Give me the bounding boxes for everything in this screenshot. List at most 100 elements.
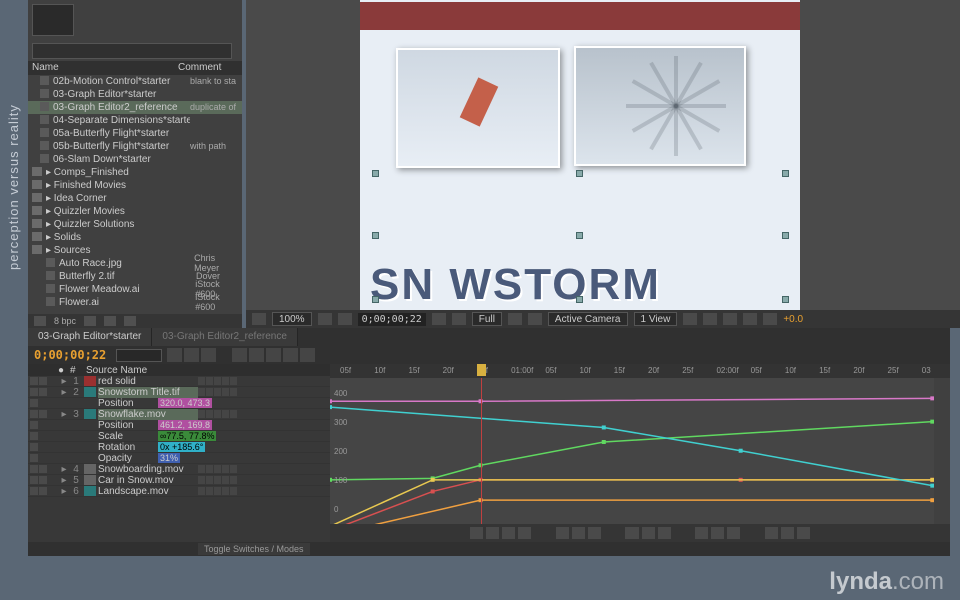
resolution-dropdown[interactable]: Full — [472, 312, 502, 326]
motion-blur-icon[interactable] — [249, 348, 264, 362]
linear-icon[interactable] — [711, 527, 724, 539]
channels-icon[interactable] — [452, 313, 466, 325]
ruler-tick: 20f — [443, 366, 454, 375]
toggle-switches-button[interactable]: Toggle Switches / Modes — [198, 543, 310, 555]
project-folder[interactable]: ▸ Quizzler Solutions — [28, 218, 242, 231]
exposure-reset-icon[interactable] — [763, 313, 777, 325]
frame-blend-icon[interactable] — [232, 348, 247, 362]
interp-icon[interactable] — [34, 316, 46, 326]
sidebar-caption: perception versus reality — [6, 104, 21, 270]
car-in-snow-photo — [574, 46, 746, 166]
project-item[interactable]: 05a-Butterfly Flight*starter — [28, 127, 242, 140]
autokeyframe-icon[interactable] — [283, 348, 298, 362]
layer-row[interactable]: ▸5Car in Snow.mov — [28, 475, 330, 486]
project-folder[interactable]: ▸ Quizzler Movies — [28, 205, 242, 218]
viewer-toolbar: 100% 0;00;00;22 Full Active Camera 1 Vie… — [246, 310, 960, 328]
tab-active[interactable]: 03-Graph Editor*starter — [28, 328, 152, 346]
ruler-tick: 10f — [374, 366, 385, 375]
timeline-timecode[interactable]: 0;00;00;22 — [28, 348, 112, 362]
show-transform-icon[interactable] — [502, 527, 515, 539]
layer-row[interactable]: ▸1red solid — [28, 376, 330, 387]
flowchart-icon[interactable] — [743, 313, 757, 325]
ruler-tick: 05f — [751, 366, 762, 375]
property-row[interactable]: Opacity31% — [28, 453, 330, 464]
property-row[interactable]: Position320.0, 473.3 — [28, 398, 330, 409]
project-item[interactable]: 06-Slam Down*starter — [28, 153, 242, 166]
project-item[interactable]: 04-Separate Dimensions*starter — [28, 114, 242, 127]
graph-options-icon[interactable] — [486, 527, 499, 539]
project-item[interactable]: 03-Graph Editor2_referenceduplicate of — [28, 101, 242, 114]
project-thumbnail — [32, 4, 74, 36]
property-row[interactable]: Position461.2, 169.8 — [28, 420, 330, 431]
new-bin-icon[interactable] — [84, 316, 96, 326]
viewer-timecode[interactable]: 0;00;00;22 — [358, 313, 426, 326]
current-time-indicator[interactable] — [481, 378, 482, 524]
tab-inactive[interactable]: 03-Graph Editor2_reference — [152, 328, 298, 346]
col-num: # — [70, 365, 82, 376]
separate-dims-icon[interactable] — [625, 527, 638, 539]
project-folder[interactable]: ▸ Solids — [28, 231, 242, 244]
project-item[interactable]: Flower.aiiStock #600 — [28, 296, 242, 309]
project-item[interactable]: 05b-Butterfly Flight*starterwith path — [28, 140, 242, 153]
edit-sel-icon[interactable] — [642, 527, 655, 539]
project-search — [32, 40, 238, 59]
timeline-icon[interactable] — [723, 313, 737, 325]
trash-icon[interactable] — [124, 316, 136, 326]
choose-props-icon[interactable] — [470, 527, 483, 539]
mask-icon[interactable] — [338, 313, 352, 325]
brainstorm-icon[interactable] — [266, 348, 281, 362]
layer-row[interactable]: ▸6Landscape.mov — [28, 486, 330, 497]
search-input[interactable] — [32, 43, 232, 59]
col-name[interactable]: Name — [28, 62, 178, 73]
comp-canvas[interactable]: SN WSTORM — [360, 0, 800, 310]
snapshot-icon[interactable] — [432, 313, 446, 325]
project-item[interactable]: 03-Graph Editor*starter — [28, 88, 242, 101]
layer-row[interactable]: ▸4Snowboarding.mov — [28, 464, 330, 475]
project-list: 02b-Motion Control*starterblank to sta03… — [28, 75, 242, 309]
ease-out-icon[interactable] — [797, 527, 810, 539]
layer-row[interactable]: ▸3Snowflake.mov — [28, 409, 330, 420]
exposure-value[interactable]: +0.0 — [783, 314, 803, 325]
draft3d-icon[interactable] — [184, 348, 199, 362]
transparency-icon[interactable] — [528, 313, 542, 325]
ruler-tick: 03 — [922, 366, 931, 375]
project-item[interactable]: 02b-Motion Control*starterblank to sta — [28, 75, 242, 88]
project-folder[interactable]: ▸ Finished Movies — [28, 179, 242, 192]
fast-preview-icon[interactable] — [703, 313, 717, 325]
always-preview-icon[interactable] — [252, 313, 266, 325]
fit-sel-icon[interactable] — [572, 527, 585, 539]
hide-shy-icon[interactable] — [201, 348, 216, 362]
graph-editor-icon[interactable] — [300, 348, 315, 362]
project-folder[interactable]: ▸ Idea Corner — [28, 192, 242, 205]
camera-dropdown[interactable]: Active Camera — [548, 312, 628, 326]
zoom-dropdown[interactable]: 100% — [272, 312, 312, 326]
hold-icon[interactable] — [695, 527, 708, 539]
timeline-toolbar: 0;00;00;22 — [28, 346, 950, 364]
ruler-tick: 15f — [614, 366, 625, 375]
col-comment[interactable]: Comment — [178, 62, 221, 73]
graph-toolbar — [330, 524, 950, 542]
time-ruler[interactable]: 05f10f15f20f25f01:00f05f10f15f20f25f02:0… — [330, 364, 950, 378]
project-folder[interactable]: ▸ Comps_Finished — [28, 166, 242, 179]
fit-all-icon[interactable] — [588, 527, 601, 539]
comp-mini-flowchart-icon[interactable] — [167, 348, 182, 362]
autozoom-icon[interactable] — [556, 527, 569, 539]
graph-plot[interactable]: 4003002001000-100 — [330, 378, 934, 524]
keyframe-interp-icon[interactable] — [658, 527, 671, 539]
ease-in-icon[interactable] — [781, 527, 794, 539]
property-row[interactable]: Scale∞77.5, 77.8% — [28, 431, 330, 442]
snap-icon[interactable] — [518, 527, 531, 539]
timeline-search[interactable] — [116, 349, 162, 362]
layer-row[interactable]: ▸2Snowstorm Title.tif — [28, 387, 330, 398]
project-item[interactable]: Auto Race.jpgChris Meyer — [28, 257, 242, 270]
new-comp-icon[interactable] — [104, 316, 116, 326]
easy-ease-icon[interactable] — [765, 527, 778, 539]
view-layout-dropdown[interactable]: 1 View — [634, 312, 678, 326]
roi-icon[interactable] — [508, 313, 522, 325]
autobezier-icon[interactable] — [727, 527, 740, 539]
grid-icon[interactable] — [318, 313, 332, 325]
y-axis-label: 400 — [334, 389, 347, 398]
bpc-label[interactable]: 8 bpc — [54, 316, 76, 326]
property-row[interactable]: Rotation0x +185.6° — [28, 442, 330, 453]
pixel-aspect-icon[interactable] — [683, 313, 697, 325]
